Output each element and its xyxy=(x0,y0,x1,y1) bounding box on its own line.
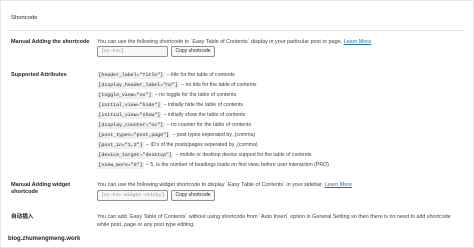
attribute-code: [initial_view="hide"] xyxy=(97,101,162,109)
attribute-desc: – no toggle for the table of contents xyxy=(154,92,237,98)
attribute-item: [display_header_label="no"] – no title fo… xyxy=(97,81,257,89)
attribute-code: [post_in="1,2"] xyxy=(97,141,145,149)
attribute-desc: – post types seperated by ,(comma) xyxy=(172,132,256,138)
manual-shortcode-desc-text: You can use the following shortcode to `… xyxy=(97,39,343,45)
attribute-item: [view_more="5"] – 5, is the number of hea… xyxy=(97,161,329,169)
attribute-item: [initial_view="show"] – initially show th… xyxy=(97,111,245,119)
auto-insert-desc-line2: while post, page or any post type editin… xyxy=(97,222,195,228)
attribute-code: [post_types="post,page"] xyxy=(97,131,171,139)
attribute-code: [view_more="5"] xyxy=(97,161,145,169)
manual-learn-more-link[interactable]: Learn More xyxy=(344,39,372,45)
attribute-desc: – initially hide the table of contents xyxy=(163,102,243,108)
attribute-item: [toggle_view="no"] – no toggle for the ta… xyxy=(97,91,236,99)
attribute-code: [display_header_label="no"] xyxy=(97,81,180,89)
manual-copy-shortcode-button[interactable]: Copy shortcode xyxy=(171,46,215,57)
attribute-desc: – title for the table of contents xyxy=(166,72,235,78)
attribute-item: [display_counter="no"] – no counter for t… xyxy=(97,121,251,129)
widget-copy-shortcode-button[interactable]: Copy shortcode xyxy=(171,190,215,201)
manual-shortcode-input[interactable]: [ez-toc] xyxy=(97,46,168,57)
divider xyxy=(9,30,465,31)
attribute-desc: – initially show the table of contents xyxy=(163,112,246,118)
attribute-desc: – no counter for the table of contents xyxy=(166,122,252,128)
attribute-code: [display_counter="no"] xyxy=(97,121,165,129)
attribute-code: [header_label="Title"] xyxy=(97,71,165,79)
attribute-desc: – 5, is the number of headings loads on … xyxy=(146,162,329,168)
attribute-item: [header_label="Title"] – title for the ta… xyxy=(97,71,235,79)
watermark: blog.zhumengmeng.work xyxy=(8,236,81,242)
section-title: Shortcode xyxy=(11,15,38,21)
attribute-desc: – no title for the table of contents xyxy=(181,82,257,88)
attribute-item: [device_target="desktop"] – mobile or des… xyxy=(97,151,311,159)
attribute-item: [post_types="post,page"] – post types sep… xyxy=(97,131,255,139)
manual-shortcode-label: Manual Adding the shortcode xyxy=(11,39,90,45)
supported-attributes-label: Supported Attributes xyxy=(11,72,67,78)
attribute-item: [initial_view="hide"] – initially hide th… xyxy=(97,101,243,109)
widget-shortcode-label: Manual Adding widget shortcode xyxy=(11,182,71,195)
widget-shortcode-description: You can use the following widget shortco… xyxy=(97,182,352,189)
widget-shortcode-desc-text: You can use the following widget shortco… xyxy=(97,182,323,188)
settings-panel: Shortcode Manual Adding the shortcode Yo… xyxy=(0,0,474,248)
attribute-code: [initial_view="show"] xyxy=(97,111,162,119)
auto-insert-label: 自动插入 xyxy=(11,214,34,220)
widget-shortcode-input[interactable]: [ez-toc-widget-sticky] xyxy=(97,190,168,201)
attribute-code: [device_target="desktop"] xyxy=(97,151,174,159)
widget-learn-more-link[interactable]: Learn More xyxy=(324,182,352,188)
auto-insert-desc-line1: You can add `Easy Table of Contents` wit… xyxy=(97,214,451,220)
manual-shortcode-description: You can use the following shortcode to `… xyxy=(97,39,371,46)
attribute-desc: – ID's of the posts|pages seperated by ,… xyxy=(146,142,258,148)
attribute-code: [toggle_view="no"] xyxy=(97,91,153,99)
attribute-desc: – mobile or desktop device support for t… xyxy=(175,152,312,158)
attribute-item: [post_in="1,2"] – ID's of the posts|pages… xyxy=(97,141,258,149)
